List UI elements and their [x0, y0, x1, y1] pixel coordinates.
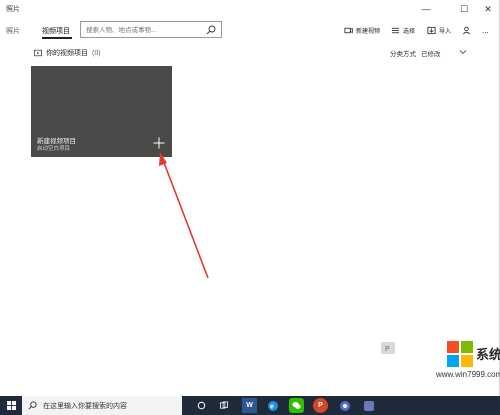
close-icon: ✕ — [484, 3, 492, 14]
svg-text:e: e — [270, 403, 274, 410]
app-icon[interactable] — [337, 398, 352, 413]
active-tab-indicator — [42, 37, 72, 39]
svg-text:P: P — [385, 346, 390, 353]
select-button[interactable]: 选择 — [391, 24, 415, 36]
section-count: (0) — [92, 49, 101, 57]
maximize-button[interactable]: ☐ — [452, 0, 476, 18]
windows-logo-icon — [447, 341, 473, 367]
sort-control[interactable]: 分类方式 已修改 — [390, 48, 441, 58]
photos-app-window: 照片 — ☐ ✕ 照片 视频项目 新建视频 选择 — [0, 0, 500, 396]
close-button[interactable]: ✕ — [476, 0, 500, 18]
more-button[interactable]: ... — [482, 24, 489, 36]
select-label: 选择 — [403, 28, 416, 35]
select-list-icon — [391, 27, 400, 33]
taskbar-search-box[interactable]: 在这里输入你要搜索的内容 — [22, 396, 182, 415]
cortana-icon[interactable] — [194, 398, 209, 413]
section-title: 你的视频项目 — [46, 50, 88, 57]
title-bar: 照片 — ☐ ✕ — [0, 0, 500, 18]
section-header: 你的视频项目 (0) — [34, 48, 101, 58]
windows-start-icon — [6, 401, 16, 410]
watermark-pointer-badge: P — [381, 342, 395, 354]
import-button[interactable]: 导入 — [427, 24, 451, 36]
edge-browser-icon[interactable]: e — [265, 398, 280, 413]
person-icon — [463, 26, 470, 34]
word-app-icon[interactable]: W — [242, 398, 257, 413]
maximize-icon: ☐ — [459, 3, 469, 14]
search-box[interactable] — [80, 21, 222, 38]
watermark: 系统粉 — [444, 340, 500, 370]
sort-label: 分类方式 — [390, 51, 416, 58]
import-icon — [427, 26, 436, 34]
search-icon — [28, 401, 37, 410]
sort-value: 已修改 — [421, 51, 441, 58]
tab-video-projects[interactable]: 视频项目 — [42, 26, 70, 36]
app-title: 照片 — [6, 6, 20, 13]
app-icon-2[interactable] — [361, 398, 376, 413]
import-label: 导入 — [439, 28, 452, 35]
wechat-icon[interactable] — [289, 398, 304, 413]
new-video-project-card[interactable]: 新建视频项目 启动空白项目 — [31, 66, 172, 157]
plus-icon[interactable] — [153, 137, 165, 149]
minimize-icon: — — [421, 4, 431, 14]
search-icon[interactable] — [206, 25, 216, 35]
new-video-label: 新建视频 — [356, 28, 381, 35]
taskbar: 在这里输入你要搜索的内容 W e P — [0, 396, 500, 415]
video-project-icon — [34, 49, 42, 57]
new-video-button[interactable]: 新建视频 — [344, 24, 380, 36]
chevron-down-icon[interactable] — [458, 47, 468, 57]
more-icon: ... — [482, 25, 489, 35]
task-view-icon[interactable] — [216, 398, 231, 413]
card-subtitle: 启动空白项目 — [37, 146, 71, 152]
minimize-button[interactable]: — — [414, 0, 438, 18]
annotation-arrow — [159, 152, 209, 279]
nav-bar: 照片 视频项目 — [0, 20, 500, 40]
account-button[interactable] — [462, 24, 471, 36]
search-input[interactable] — [86, 25, 201, 35]
taskbar-search-placeholder: 在这里输入你要搜索的内容 — [43, 402, 127, 410]
watermark-text: 系统粉 — [476, 347, 500, 362]
watermark-url: www.win7999.com — [436, 370, 500, 379]
new-video-icon — [344, 27, 353, 33]
powerpoint-icon[interactable]: P — [313, 398, 328, 413]
tab-photos[interactable]: 照片 — [6, 26, 20, 36]
start-button[interactable] — [0, 396, 22, 415]
